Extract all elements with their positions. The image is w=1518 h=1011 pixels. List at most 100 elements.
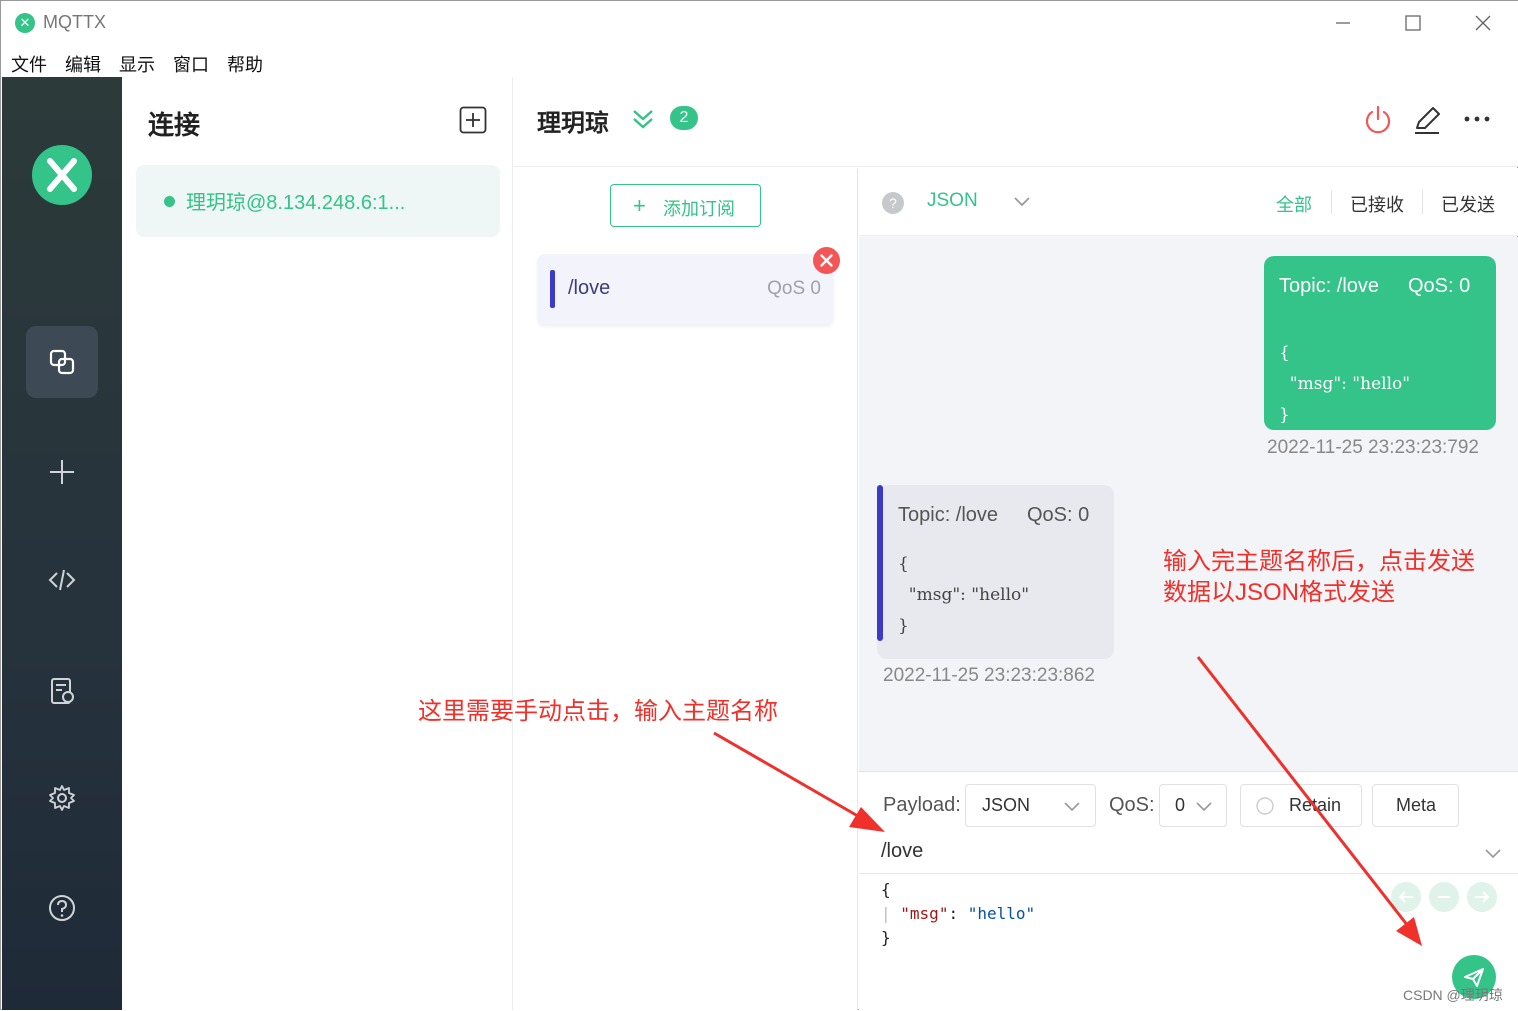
chevron-down-icon[interactable] [1483,843,1503,863]
chevron-down-icon[interactable] [1011,190,1033,212]
payload-format-select[interactable]: JSON [965,784,1096,827]
payload-format-value: JSON [982,795,1031,815]
app-window: ✕ MQTTX 文件 编辑 显示 窗口 帮助 连接 理玥琼@8.134.248.… [0,0,1518,1010]
title-bar: ✕ MQTTX [1,1,1518,45]
menu-help[interactable]: 帮助 [227,51,263,77]
history-next-button[interactable] [1467,882,1497,912]
message-qos: QoS: 0 [1027,504,1090,526]
more-button[interactable] [1461,104,1493,136]
nav-log[interactable] [26,655,98,727]
menu-bar: 文件 编辑 显示 窗口 帮助 [1,45,1518,77]
filter-received[interactable]: 已接收 [1350,191,1404,217]
gear-icon [49,785,75,811]
message-payload: { "msg": "hello" } [1279,343,1411,425]
plus-icon [50,460,74,484]
nav-new-connection[interactable] [26,436,98,508]
sent-message-bubble[interactable]: Topic: /love QoS: 0 { "msg": "hello" } [1264,256,1496,430]
topic-input[interactable]: /love [881,840,923,863]
meta-button[interactable]: Meta [1372,784,1459,827]
annotation-send-line2: 数据以JSON格式发送 [1163,579,1396,606]
format-select[interactable]: JSON [927,190,978,212]
nav-script[interactable] [26,544,98,616]
menu-edit[interactable]: 编辑 [65,51,101,77]
received-message-bubble[interactable]: Topic: /love QoS: 0 { "msg": "hello" } [877,485,1114,659]
nav-help[interactable] [26,872,98,944]
nav-connections[interactable] [26,326,98,398]
retain-toggle[interactable]: Retain [1240,784,1362,827]
message-topic: Topic: /love [898,504,999,526]
arrow-left-icon [1398,891,1413,903]
connections-icon [49,349,75,375]
collapse-chevron-icon[interactable] [629,105,657,133]
subscription-topic: /love [568,277,611,299]
subscription-item[interactable]: /love QoS 0 [538,254,833,324]
chevron-down-icon [1196,802,1212,812]
message-payload: { "msg": "hello" } [898,554,1030,636]
help-icon [49,895,75,921]
add-subscription-button[interactable]: + 添加订阅 [610,184,761,227]
edit-button[interactable] [1411,104,1443,136]
connection-title: 理玥琼 [537,110,609,137]
topic-color-bar [877,485,883,641]
edit-pencil-icon [1415,107,1440,134]
connection-item[interactable]: 理玥琼@8.134.248.6:1... [136,165,500,237]
subscription-count-badge: 2 [670,106,698,130]
add-box-icon [459,106,487,134]
subscriptions-panel: + 添加订阅 /love QoS 0 [513,168,858,1010]
connection-name: 理玥琼@8.134.248.6:1... [186,192,406,214]
minus-icon [1438,896,1450,898]
nav-settings[interactable] [26,762,98,834]
close-icon[interactable] [1463,9,1503,37]
annotation-topic: 这里需要手动点击，输入主题名称 [418,698,778,725]
message-list: Topic: /love QoS: 0 { "msg": "hello" } 2… [859,237,1518,771]
log-icon [51,678,74,704]
editor-brace-open: { [881,880,891,899]
payload-label: Payload: [883,794,961,816]
app-logo-icon: ✕ [15,13,35,33]
filter-sent[interactable]: 已发送 [1441,191,1495,217]
arrow-right-icon [1475,891,1490,903]
minimize-icon[interactable] [1323,9,1363,37]
filter-all[interactable]: 全部 [1276,191,1312,217]
message-toolbar: ? JSON 全部 已接收 已发送 [859,168,1518,236]
editor-key: "msg" [900,904,949,923]
editor-brace-close: } [881,928,891,947]
editor-value: "hello" [967,904,1036,923]
payload-editor[interactable]: { | "msg": "hello" } [881,878,1035,950]
chevron-down-icon [1064,802,1080,812]
received-message-time: 2022-11-25 23:23:23:862 [883,665,1095,686]
subscription-qos: QoS 0 [767,278,821,299]
qos-value: 0 [1175,795,1186,815]
mqttx-logo-icon [32,145,92,205]
left-nav [2,77,122,1010]
message-qos: QoS: 0 [1408,275,1471,297]
subscription-color-bar [550,270,555,308]
retain-label: Retain [1289,795,1342,815]
history-clear-button[interactable] [1429,882,1459,912]
connection-status-dot [164,196,175,207]
more-dots-icon [1464,116,1490,122]
power-icon [1365,105,1391,134]
menu-file[interactable]: 文件 [11,51,47,77]
qos-select[interactable]: 0 [1159,784,1227,827]
message-topic: Topic: /love [1279,275,1380,297]
connections-title: 连接 [148,110,201,140]
sent-message-time: 2022-11-25 23:23:23:792 [1267,437,1479,458]
new-connection-button[interactable] [459,106,487,134]
radio-unchecked-icon [1256,797,1274,815]
message-composer: Payload: JSON QoS: 0 Retain Meta /love {… [859,771,1518,1010]
menu-view[interactable]: 显示 [119,51,155,77]
menu-window[interactable]: 窗口 [173,51,209,77]
filter-divider [1422,190,1423,214]
maximize-icon[interactable] [1393,9,1433,37]
annotation-send-line1: 输入完主题名称后，点击发送 [1163,548,1475,575]
history-prev-button[interactable] [1391,882,1421,912]
disconnect-button[interactable] [1362,104,1394,136]
remove-subscription-button[interactable] [813,247,840,274]
filter-divider [1331,190,1332,214]
topic-input-row[interactable]: /love [859,832,1518,874]
plus-icon: + [633,193,646,218]
connections-panel: 连接 理玥琼@8.134.248.6:1... [122,77,513,1010]
watermark: CSDN @理玥琼 [1403,987,1503,1003]
format-help-icon[interactable]: ? [882,192,904,214]
